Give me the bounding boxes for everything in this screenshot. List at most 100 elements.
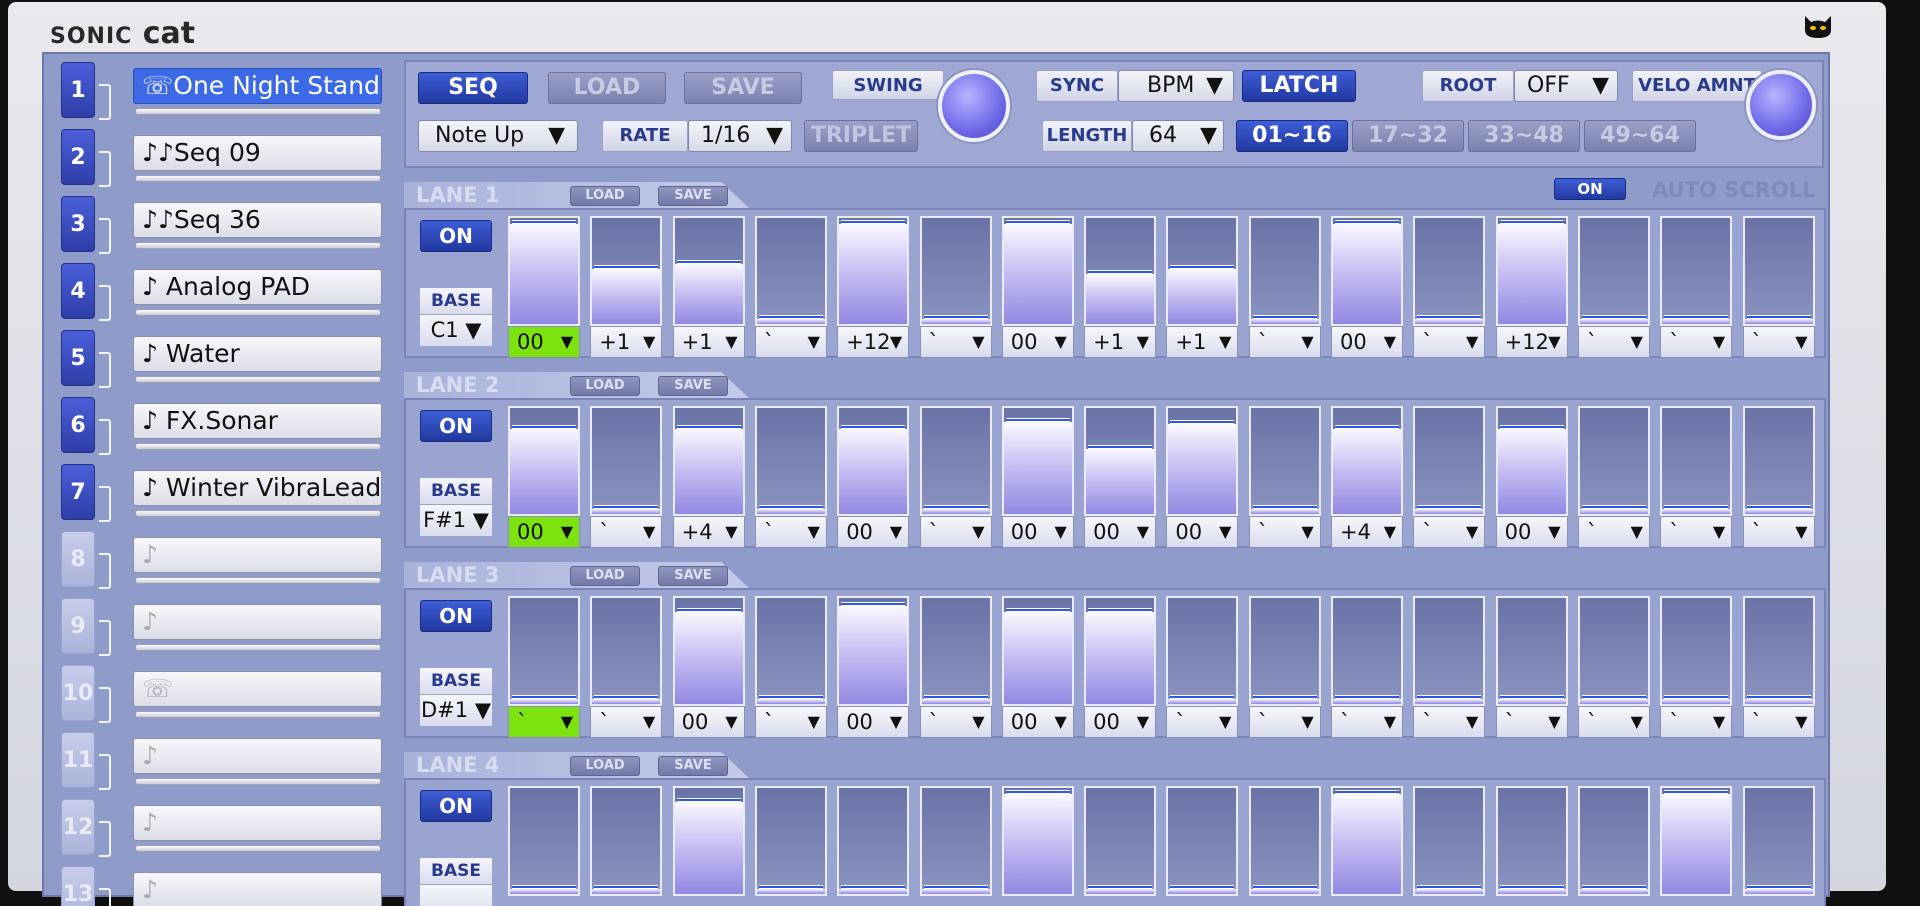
step-slider-9[interactable] [1166,216,1239,326]
slot-number[interactable]: 13 [61,866,95,906]
step-value-select[interactable]: 00 ▼ [508,516,580,548]
lane-load-button[interactable]: LOAD [570,186,640,206]
lane-save-button[interactable]: SAVE [658,756,728,776]
step-slider-5[interactable] [837,596,910,706]
step-slider-7[interactable] [1001,786,1074,896]
step-slider-14[interactable] [1577,406,1650,516]
slot-preset-name[interactable]: ♪ [133,604,382,640]
lane-save-button[interactable]: SAVE [658,186,728,206]
step-slider-11[interactable] [1331,596,1403,706]
step-value-select[interactable]: 00 ▼ [1084,706,1157,738]
step-slider-13[interactable] [1495,216,1568,326]
step-slider-12[interactable] [1413,596,1486,706]
step-value-select[interactable]: 00 ▼ [837,706,910,738]
step-value-select[interactable]: 00 ▼ [1001,706,1074,738]
step-value-select[interactable]: ` ▼ [1577,706,1650,738]
step-slider-10[interactable] [1248,596,1321,706]
slot-12[interactable]: 12 ♪ [55,795,400,857]
step-slider-15[interactable] [1660,786,1733,896]
step-slider-4[interactable] [754,216,827,326]
slot-1[interactable]: 1 ☏One Night Stand [55,58,400,120]
slot-level-bar[interactable] [135,577,381,584]
step-slider-3[interactable] [672,216,745,326]
slot-preset-name[interactable]: ♪♪Seq 36 [133,202,382,238]
step-slider-9[interactable] [1166,786,1239,896]
base-note-select[interactable] [420,884,492,906]
step-slider-2[interactable] [590,786,663,896]
slot-number[interactable]: 9 [61,598,95,654]
page-33-48-button[interactable]: 33~48 [1468,120,1580,152]
step-slider-5[interactable] [837,216,910,326]
step-slider-9[interactable] [1166,596,1239,706]
slot-number[interactable]: 8 [61,531,95,587]
slot-level-bar[interactable] [135,242,381,249]
step-value-select[interactable]: ` ▼ [919,706,992,738]
step-slider-11[interactable] [1331,216,1403,326]
step-value-select[interactable]: +1 ▼ [1084,326,1157,358]
step-slider-6[interactable] [919,216,992,326]
step-value-select[interactable]: ` ▼ [1577,516,1650,548]
slot-level-bar[interactable] [135,845,381,852]
step-slider-13[interactable] [1495,786,1568,896]
step-value-select[interactable]: 00 ▼ [1495,516,1568,548]
step-slider-3[interactable] [672,786,745,896]
step-slider-3[interactable] [672,406,745,516]
slot-5[interactable]: 5 ♪ Water [55,326,400,388]
slot-number[interactable]: 10 [61,665,95,721]
step-value-select[interactable]: 00 ▼ [837,516,910,548]
step-value-select[interactable]: ` ▼ [754,326,827,358]
slot-13[interactable]: 13 ♪ [55,862,400,906]
step-slider-12[interactable] [1413,216,1486,326]
step-slider-16[interactable] [1742,786,1815,896]
slot-number[interactable]: 4 [61,263,95,319]
slot-level-bar[interactable] [135,711,381,718]
slot-preset-name[interactable]: ♪ Winter VibraLead [133,470,382,506]
step-slider-14[interactable] [1577,216,1650,326]
step-value-select[interactable]: 00 ▼ [672,706,745,738]
step-value-select[interactable]: ` ▼ [1166,706,1239,738]
step-value-select[interactable]: ` ▼ [1742,326,1815,358]
step-value-select[interactable]: ` ▼ [590,516,663,548]
rate-select[interactable]: 1/16 ▼ [688,120,792,152]
slot-number[interactable]: 12 [61,799,95,855]
slot-number[interactable]: 5 [61,330,95,386]
lane-load-button[interactable]: LOAD [570,376,640,396]
step-slider-13[interactable] [1495,596,1568,706]
step-slider-12[interactable] [1413,406,1486,516]
step-value-select[interactable]: ` ▼ [1331,706,1403,738]
step-slider-1[interactable] [508,406,580,516]
step-value-select[interactable]: +12 ▼ [1495,326,1568,358]
slot-8[interactable]: 8 ♪ [55,527,400,589]
step-slider-5[interactable] [837,406,910,516]
step-slider-6[interactable] [919,786,992,896]
root-select[interactable]: OFF ▼ [1514,70,1618,102]
step-slider-14[interactable] [1577,786,1650,896]
slot-number[interactable]: 11 [61,732,95,788]
slot-level-bar[interactable] [135,309,381,316]
step-value-select[interactable]: ` ▼ [1413,326,1486,358]
step-slider-12[interactable] [1413,786,1486,896]
step-slider-7[interactable] [1001,216,1074,326]
step-value-select[interactable]: ` ▼ [1577,326,1650,358]
slot-preset-name[interactable]: ♪ FX.Sonar [133,403,382,439]
step-slider-2[interactable] [590,406,663,516]
step-slider-1[interactable] [508,596,580,706]
slot-number[interactable]: 1 [61,62,95,118]
mode-select[interactable]: Note Up ▼ [418,120,578,152]
step-value-select[interactable]: ` ▼ [919,326,992,358]
lane-load-button[interactable]: LOAD [570,756,640,776]
triplet-button[interactable]: TRIPLET [804,120,918,152]
step-value-select[interactable]: +4 ▼ [1331,516,1403,548]
step-slider-2[interactable] [590,596,663,706]
slot-number[interactable]: 3 [61,196,95,252]
step-slider-7[interactable] [1001,596,1074,706]
step-slider-15[interactable] [1660,596,1733,706]
step-slider-3[interactable] [672,596,745,706]
step-slider-8[interactable] [1084,786,1157,896]
length-select[interactable]: 64 ▼ [1132,120,1224,152]
page-49-64-button[interactable]: 49~64 [1584,120,1696,152]
step-slider-8[interactable] [1084,216,1157,326]
step-slider-11[interactable] [1331,786,1403,896]
step-value-select[interactable]: ` ▼ [1413,516,1486,548]
step-slider-6[interactable] [919,596,992,706]
